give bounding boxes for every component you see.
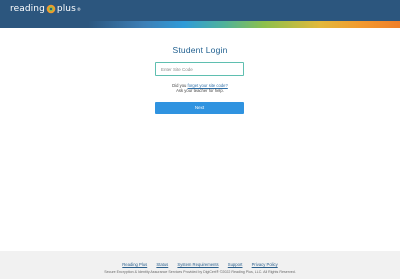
footer-links: Reading Plus Status System Requirements …	[0, 262, 400, 267]
footer-link-status[interactable]: Status	[156, 262, 168, 267]
logo-mark-icon	[46, 4, 56, 14]
site-code-help: Did you forget your site code? Ask your …	[0, 83, 400, 93]
app-header: reading plus ®	[0, 0, 400, 21]
footer-link-reading-plus[interactable]: Reading Plus	[122, 262, 147, 267]
page-title: Student Login	[172, 45, 228, 55]
header-color-band	[0, 21, 400, 28]
logo-text-reading: reading	[10, 4, 45, 14]
reading-plus-logo[interactable]: reading plus ®	[10, 4, 81, 14]
footer-link-system-requirements[interactable]: System Requirements	[177, 262, 218, 267]
logo-text-plus: plus	[56, 4, 76, 14]
next-button[interactable]: Next	[155, 102, 244, 114]
logo-trademark: ®	[76, 6, 82, 12]
footer-link-support[interactable]: Support	[228, 262, 243, 267]
ask-teacher-text: Ask your teacher for help.	[176, 88, 224, 93]
site-code-input[interactable]	[155, 62, 244, 76]
footer-link-privacy-policy[interactable]: Privacy Policy	[252, 262, 278, 267]
footer-copyright: Secure Encryption & Identity Assurance S…	[104, 270, 296, 274]
